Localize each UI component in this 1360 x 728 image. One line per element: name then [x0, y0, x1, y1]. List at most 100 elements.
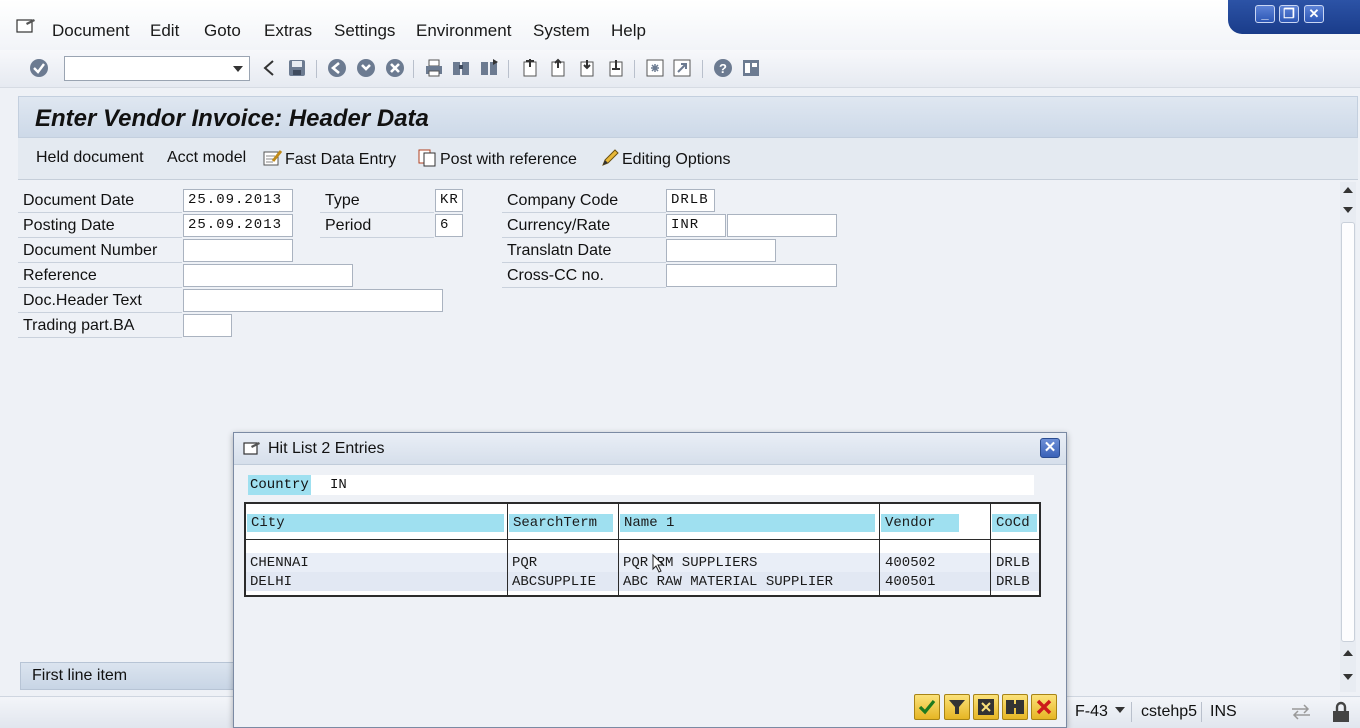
- menu-extras[interactable]: Extras: [264, 21, 312, 41]
- document-date-label: Document Date: [18, 190, 182, 213]
- trading-part-ba-field[interactable]: [183, 314, 232, 337]
- row1-searchterm[interactable]: PQR: [512, 554, 537, 572]
- system-menu-icon[interactable]: [16, 18, 36, 34]
- menu-edit[interactable]: Edit: [150, 21, 179, 41]
- close-icon[interactable]: ✕: [1040, 438, 1060, 458]
- menu-settings[interactable]: Settings: [334, 21, 395, 41]
- menu-environment[interactable]: Environment: [416, 21, 511, 41]
- column-divider: [990, 504, 991, 595]
- document-date-field[interactable]: 25.09.2013: [183, 189, 293, 212]
- close-icon[interactable]: ✕: [1304, 5, 1324, 23]
- lock-icon[interactable]: [1330, 701, 1352, 723]
- cross-cc-no-field[interactable]: [666, 264, 837, 287]
- menu-help[interactable]: Help: [611, 21, 646, 41]
- row2-city[interactable]: DELHI: [250, 573, 292, 591]
- customize-layout-icon[interactable]: [741, 58, 761, 78]
- row2-vendor[interactable]: 400501: [885, 573, 935, 591]
- multiple-selection-icon[interactable]: [1002, 694, 1028, 720]
- column-header-searchterm[interactable]: SearchTerm: [509, 514, 613, 532]
- translatn-date-field[interactable]: [666, 239, 776, 262]
- held-document-button[interactable]: Held document: [36, 149, 144, 167]
- mouse-pointer-icon: [652, 554, 665, 573]
- shortcut-icon[interactable]: [672, 58, 692, 78]
- row1-name1[interactable]: PQR RM SUPPLIERS: [623, 554, 757, 572]
- svg-text:?: ?: [719, 61, 727, 76]
- minimize-icon[interactable]: _: [1255, 5, 1275, 23]
- trading-part-ba-label: Trading part.BA: [18, 315, 182, 338]
- scroll-up-icon[interactable]: [1343, 187, 1353, 193]
- column-header-name1[interactable]: Name 1: [620, 514, 875, 532]
- scroll-down-icon[interactable]: [1343, 207, 1353, 213]
- enter-check-icon[interactable]: [29, 58, 49, 78]
- find-icon[interactable]: [451, 58, 471, 78]
- back-arrow-icon[interactable]: [260, 58, 280, 78]
- reference-field[interactable]: [183, 264, 353, 287]
- command-field[interactable]: [64, 56, 250, 81]
- scroll-up-icon[interactable]: [1343, 650, 1353, 656]
- save-icon[interactable]: [287, 58, 307, 78]
- dialog-title-bar[interactable]: Hit List 2 Entries ✕: [234, 433, 1066, 465]
- menu-system[interactable]: System: [533, 21, 590, 41]
- scroll-down-icon[interactable]: [1343, 674, 1353, 680]
- column-header-cocd[interactable]: CoCd: [992, 514, 1037, 532]
- type-label: Type: [320, 190, 434, 213]
- continue-check-icon[interactable]: [914, 694, 940, 720]
- menu-document[interactable]: Document: [52, 21, 129, 41]
- row1-vendor[interactable]: 400502: [885, 554, 935, 572]
- restore-icon[interactable]: ❐: [1279, 5, 1299, 23]
- row2-name1[interactable]: ABC RAW MATERIAL SUPPLIER: [623, 573, 833, 591]
- back-icon[interactable]: [327, 58, 347, 78]
- editing-options-label: Editing Options: [622, 151, 731, 168]
- cross-cc-no-label: Cross-CC no.: [502, 265, 666, 288]
- company-code-field[interactable]: DRLB: [666, 189, 715, 212]
- currency-rate-label: Currency/Rate: [502, 215, 666, 238]
- column-divider: [618, 504, 619, 595]
- input-mode[interactable]: INS: [1210, 703, 1237, 721]
- application-toolbar: Held document Acct model Fast Data Entry…: [18, 138, 1358, 180]
- previous-page-icon[interactable]: [548, 58, 568, 78]
- posting-date-field[interactable]: 25.09.2013: [183, 214, 293, 237]
- row1-city[interactable]: CHENNAI: [250, 554, 309, 572]
- status-separator: [1131, 702, 1132, 722]
- find-next-icon[interactable]: [479, 58, 499, 78]
- row2-searchterm[interactable]: ABCSUPPLIE: [512, 573, 596, 591]
- row2-cocd[interactable]: DRLB: [996, 573, 1030, 591]
- column-header-city[interactable]: City: [247, 514, 504, 532]
- company-code-label: Company Code: [502, 190, 666, 213]
- vertical-scrollbar[interactable]: [1340, 182, 1356, 692]
- next-page-icon[interactable]: [577, 58, 597, 78]
- type-field[interactable]: KR: [435, 189, 463, 212]
- currency-field[interactable]: INR: [666, 214, 726, 237]
- new-session-icon[interactable]: [645, 58, 665, 78]
- menu-goto[interactable]: Goto: [204, 21, 241, 41]
- scrollbar-thumb[interactable]: [1341, 222, 1355, 642]
- information-icon[interactable]: [973, 694, 999, 720]
- hit-list-table: City SearchTerm Name 1 Vendor CoCd CHENN…: [244, 502, 1041, 597]
- first-page-icon[interactable]: [520, 58, 540, 78]
- fast-data-entry-button[interactable]: Fast Data Entry: [263, 149, 396, 169]
- period-field[interactable]: 6: [435, 214, 463, 237]
- document-number-field[interactable]: [183, 239, 293, 262]
- connection-icon: [1292, 704, 1310, 720]
- first-line-item-label: First line item: [32, 667, 128, 684]
- chevron-down-icon[interactable]: [233, 66, 243, 72]
- exit-icon[interactable]: [356, 58, 376, 78]
- help-icon[interactable]: ?: [713, 58, 733, 78]
- column-header-vendor[interactable]: Vendor: [881, 514, 959, 532]
- last-page-icon[interactable]: [606, 58, 626, 78]
- reference-label: Reference: [18, 265, 182, 288]
- toolbar-separator: [316, 60, 317, 78]
- post-with-reference-button[interactable]: Post with reference: [418, 149, 577, 169]
- print-icon[interactable]: [424, 58, 444, 78]
- doc-header-text-field[interactable]: [183, 289, 443, 312]
- posting-date-label: Posting Date: [18, 215, 182, 238]
- cancel-icon[interactable]: [385, 58, 405, 78]
- cancel-x-icon[interactable]: [1031, 694, 1057, 720]
- row1-cocd[interactable]: DRLB: [996, 554, 1030, 572]
- transaction-code[interactable]: F-43: [1075, 703, 1108, 721]
- restrictions-icon[interactable]: [944, 694, 970, 720]
- chevron-down-icon[interactable]: [1115, 707, 1125, 713]
- editing-options-button[interactable]: Editing Options: [600, 149, 731, 169]
- exchange-rate-field[interactable]: [727, 214, 837, 237]
- acct-model-button[interactable]: Acct model: [167, 149, 246, 167]
